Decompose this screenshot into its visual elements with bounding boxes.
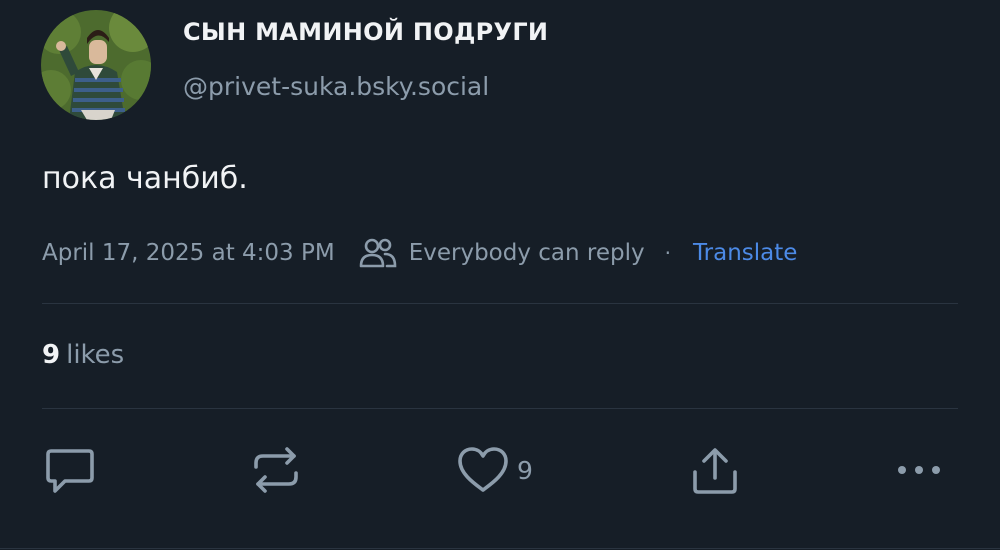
heart-icon (458, 447, 508, 492)
share-button[interactable] (690, 446, 740, 496)
divider (42, 303, 958, 304)
likes-stat[interactable]: 9 likes (42, 340, 124, 370)
reply-button[interactable] (45, 447, 95, 495)
meta-separator: · (664, 241, 671, 265)
people-icon (359, 238, 397, 268)
likes-label: likes (66, 340, 125, 370)
author-handle[interactable]: @privet-suka.bsky.social (183, 72, 489, 101)
post-thread-view: СЫН МАМИНОЙ ПОДРУГИ @privet-suka.bsky.so… (0, 0, 1000, 550)
post-text: пока чанбиб. (42, 161, 248, 196)
divider (42, 408, 958, 409)
like-count: 9 (517, 455, 533, 485)
like-button[interactable]: 9 (457, 446, 533, 494)
post-timestamp[interactable]: April 17, 2025 at 4:03 PM (42, 240, 335, 266)
post-meta: April 17, 2025 at 4:03 PM Everybody can … (42, 236, 797, 270)
reply-setting[interactable]: Everybody can reply (359, 237, 645, 269)
divider (0, 548, 1000, 549)
speech-bubble-icon (46, 449, 94, 493)
author-display-name[interactable]: СЫН МАМИНОЙ ПОДРУГИ (183, 18, 548, 46)
more-dots-icon (898, 466, 940, 474)
avatar-image (41, 10, 151, 120)
reply-setting-label: Everybody can reply (408, 240, 645, 266)
more-options-button[interactable] (894, 452, 944, 488)
avatar[interactable] (41, 10, 151, 120)
translate-link[interactable]: Translate (693, 240, 797, 266)
share-upload-icon (693, 448, 737, 494)
repost-arrows-icon (254, 447, 298, 493)
likes-count: 9 (42, 340, 61, 370)
repost-button[interactable] (252, 447, 300, 493)
